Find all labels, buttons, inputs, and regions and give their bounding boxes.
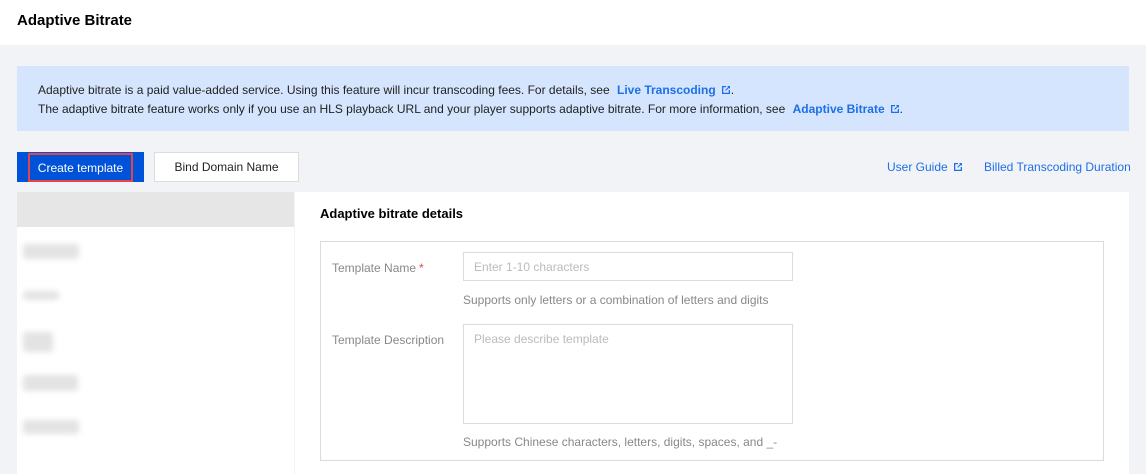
- user-guide-link-label: User Guide: [887, 160, 948, 174]
- template-list-item[interactable]: [23, 332, 53, 352]
- notice-line-2: The adaptive bitrate feature works only …: [38, 100, 1107, 119]
- notice-line-1: Adaptive bitrate is a paid value-added s…: [38, 81, 1107, 100]
- template-list-item[interactable]: [23, 375, 78, 391]
- template-description-label: Template Description: [332, 333, 445, 347]
- template-list: [17, 192, 294, 474]
- template-form: Template Name* Supports only letters or …: [320, 241, 1104, 461]
- external-link-icon: [890, 105, 899, 113]
- template-description-hint: Supports Chinese characters, letters, di…: [463, 435, 778, 449]
- notice-text-2: The adaptive bitrate feature works only …: [38, 102, 786, 116]
- template-list-item[interactable]: [23, 420, 79, 434]
- info-notice: Adaptive bitrate is a paid value-added s…: [17, 66, 1129, 131]
- template-name-hint: Supports only letters or a combination o…: [463, 293, 769, 307]
- adaptive-bitrate-link[interactable]: Adaptive Bitrate: [793, 102, 900, 116]
- template-description-input[interactable]: [463, 324, 793, 424]
- template-list-item-selected[interactable]: [17, 192, 294, 227]
- template-name-input[interactable]: [463, 252, 793, 281]
- details-title: Adaptive bitrate details: [320, 206, 464, 221]
- notice-text-1: Adaptive bitrate is a paid value-added s…: [38, 83, 610, 97]
- create-template-button[interactable]: Create template: [17, 152, 144, 182]
- live-transcoding-link-label: Live Transcoding: [616, 83, 716, 97]
- notice-period-1: .: [730, 83, 735, 97]
- page-header: Adaptive Bitrate: [0, 0, 1146, 45]
- billed-transcoding-duration-link[interactable]: Billed Transcoding Duration: [984, 160, 1131, 174]
- template-list-item[interactable]: [23, 291, 59, 300]
- external-link-icon: [953, 163, 962, 171]
- user-guide-link[interactable]: User Guide: [887, 160, 963, 174]
- template-list-item[interactable]: [23, 244, 79, 259]
- template-name-label-text: Template Name: [332, 261, 417, 275]
- live-transcoding-link[interactable]: Live Transcoding: [617, 83, 731, 97]
- details-panel: Adaptive bitrate details Template Name * …: [295, 192, 1129, 474]
- adaptive-bitrate-link-label: Adaptive Bitrate: [792, 102, 885, 116]
- template-name-label: Template Name *: [332, 261, 424, 275]
- required-mark: *: [419, 261, 424, 275]
- bind-domain-name-button[interactable]: Bind Domain Name: [154, 152, 299, 182]
- page-title: Adaptive Bitrate: [17, 12, 133, 29]
- external-link-icon: [721, 86, 730, 94]
- notice-period-2: .: [899, 102, 903, 116]
- create-template-label: Create template: [28, 153, 133, 182]
